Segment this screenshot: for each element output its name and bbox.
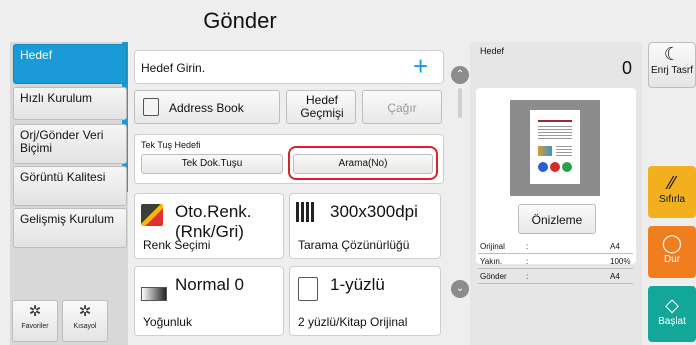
- sidebar-item-label: Hızlı Kurulum: [20, 91, 93, 105]
- dpi-icon: [296, 202, 316, 222]
- destination-entry-label: Hedef Girin.: [141, 61, 206, 75]
- energy-saver-button[interactable]: ☾ Enrj Tasrf: [648, 42, 696, 88]
- sidebar-item-hizli-kurulum[interactable]: Hızlı Kurulum: [13, 87, 127, 120]
- color-selection-tile[interactable]: Oto.Renk.(Rnk/Gri) Renk Seçimi: [134, 193, 284, 259]
- reset-label: Sıfırla: [658, 194, 686, 205]
- scan-resolution-value: 300x300dpi: [330, 202, 418, 221]
- preview-page-icon: [530, 110, 580, 184]
- duplex-caption: 2 yüzlü/Kitap Orijinal: [298, 315, 408, 329]
- scan-resolution-caption: Tarama Çözünürlüğü: [298, 238, 410, 252]
- preview-button-label: Önizleme: [531, 213, 583, 227]
- start-button[interactable]: ◇ Başlat: [648, 286, 696, 342]
- scroll-up-button[interactable]: ⌃: [451, 66, 469, 84]
- sidebar-item-label: Orj/Gönder Veri Biçimi: [20, 128, 104, 155]
- sidebar-item-gelismis-kurulum[interactable]: Gelişmiş Kurulum: [13, 208, 127, 248]
- sidebar-item-label: Gelişmiş Kurulum: [20, 212, 115, 226]
- recall-button[interactable]: Çağır: [362, 90, 442, 124]
- stop-icon: ◯: [661, 233, 683, 253]
- gear-icon: ✲: [78, 303, 92, 320]
- density-icon: [141, 287, 167, 301]
- sidebar-item-hedef[interactable]: Hedef: [13, 44, 127, 84]
- preview-thumbnail-frame: [510, 100, 600, 196]
- stop-label: Dur: [663, 254, 681, 265]
- one-touch-title: Tek Tuş Hedefi: [141, 140, 201, 150]
- dial-number-label: Arama(No): [338, 158, 388, 169]
- address-book-button[interactable]: Address Book: [134, 90, 280, 124]
- duplex-tile[interactable]: 1-yüzlü 2 yüzlü/Kitap Orijinal: [289, 266, 441, 336]
- color-selection-caption: Renk Seçimi: [143, 238, 211, 252]
- stop-button[interactable]: ◯ Dur: [648, 226, 696, 278]
- shortcut-button[interactable]: ✲ Kısayol: [62, 300, 108, 342]
- one-touch-panel: Tek Tuş Hedefi Tek Dok.Tuşu Arama(No): [134, 134, 444, 184]
- favorites-button[interactable]: ✲ Favoriler: [12, 300, 58, 342]
- duplex-icon: [298, 277, 318, 301]
- page-title: Gönder: [203, 8, 277, 33]
- density-tile[interactable]: Normal 0 Yoğunluk: [134, 266, 284, 336]
- scan-resolution-tile[interactable]: 300x300dpi Tarama Çözünürlüğü: [289, 193, 441, 259]
- favorites-label: Favoriler: [21, 323, 49, 330]
- plus-icon: +: [413, 51, 429, 81]
- start-label: Başlat: [658, 316, 686, 327]
- sidebar-item-label: Hedef: [20, 48, 53, 62]
- moon-icon: ☾: [663, 44, 681, 64]
- dial-number-button[interactable]: Arama(No): [293, 154, 433, 174]
- scrollbar-thumb[interactable]: [458, 88, 462, 118]
- color-selection-value: Oto.Renk.(Rnk/Gri): [175, 202, 252, 241]
- duplex-value: 1-yüzlü: [330, 275, 385, 294]
- one-touch-key-label: Tek Dok.Tuşu: [181, 158, 243, 169]
- address-book-icon: [143, 98, 159, 116]
- destination-entry[interactable]: Hedef Girin. +: [134, 50, 444, 84]
- density-caption: Yoğunluk: [143, 315, 192, 329]
- recall-label: Çağır: [387, 101, 417, 115]
- start-icon: ◇: [665, 295, 679, 315]
- density-value: Normal 0: [175, 275, 244, 294]
- one-touch-key-button[interactable]: Tek Dok.Tuşu: [141, 154, 283, 174]
- sidebar-item-goruntu-kalitesi[interactable]: Görüntü Kalitesi: [13, 166, 127, 206]
- sidebar-item-label: Görüntü Kalitesi: [20, 170, 106, 184]
- destination-history-label: Hedef Geçmişi: [300, 93, 344, 120]
- destination-history-button[interactable]: Hedef Geçmişi: [286, 90, 356, 124]
- address-book-label: Address Book: [169, 101, 244, 115]
- color-mode-icon: [141, 204, 163, 226]
- scroll-down-button[interactable]: ⌄: [451, 280, 469, 298]
- info-row-send: Gönder : A4: [478, 272, 633, 284]
- info-row-zoom: Yakın. : 100%: [478, 257, 633, 269]
- gear-icon: ✲: [28, 303, 42, 320]
- preview-button[interactable]: Önizleme: [518, 204, 596, 234]
- info-row-original: Orijinal : A4: [478, 242, 633, 254]
- energy-saver-label: Enrj Tasrf: [650, 65, 694, 76]
- reset-button[interactable]: ⁄⁄ Sıfırla: [648, 166, 696, 218]
- destination-count-label: Hedef: [480, 46, 505, 56]
- sidebar-item-orj-gonder[interactable]: Orj/Gönder Veri Biçimi: [13, 124, 127, 164]
- shortcut-label: Kısayol: [73, 323, 97, 330]
- destination-count: 0: [622, 58, 633, 78]
- reset-icon: ⁄⁄: [668, 173, 675, 193]
